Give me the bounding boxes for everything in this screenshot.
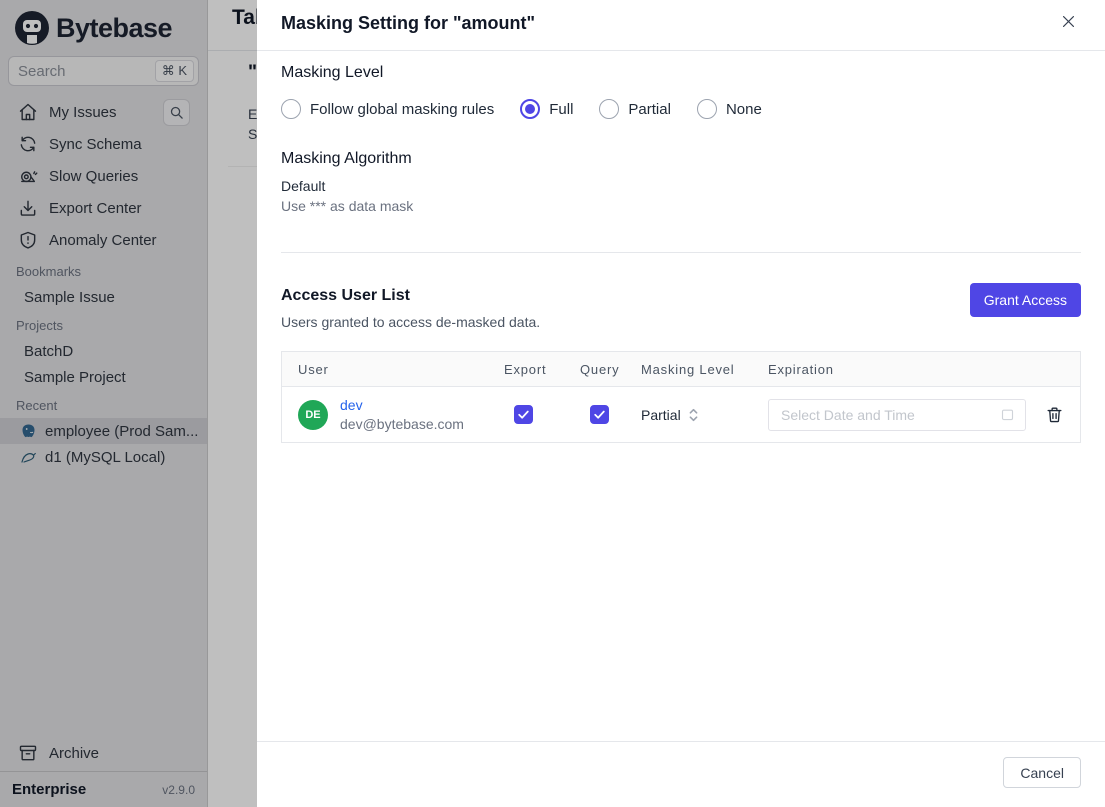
access-user-list-subtitle: Users granted to access de-masked data. xyxy=(281,314,541,330)
radio-circle[interactable] xyxy=(281,99,301,119)
column-header-export: Export xyxy=(504,361,547,377)
masking-algorithm-heading: Masking Algorithm xyxy=(281,150,412,167)
cancel-button[interactable]: Cancel xyxy=(1003,757,1081,788)
close-icon[interactable] xyxy=(1058,11,1078,31)
query-checkbox[interactable] xyxy=(590,405,609,424)
radio-partial[interactable]: Partial xyxy=(599,99,671,119)
column-header-masking-level: Masking Level xyxy=(641,361,735,377)
check-icon xyxy=(518,410,529,419)
expiration-date-input[interactable]: Select Date and Time xyxy=(768,398,1026,431)
date-placeholder: Select Date and Time xyxy=(781,406,915,423)
calendar-icon xyxy=(1000,407,1015,422)
radio-label: Full xyxy=(549,100,574,118)
user-name-link[interactable]: dev xyxy=(340,396,464,415)
radio-follow-global-rules[interactable]: Follow global masking rules xyxy=(281,99,494,119)
algorithm-description: Use *** as data mask xyxy=(281,198,414,214)
expiration-cell: Select Date and Time xyxy=(768,398,1080,431)
masking-level-select[interactable]: Partial xyxy=(641,407,768,423)
masking-level-radio-group: Follow global masking rules Full Partial… xyxy=(281,99,1081,119)
radio-circle[interactable] xyxy=(520,99,541,119)
table-row: DE dev dev@bytebase.com Partial Select D… xyxy=(282,386,1080,442)
modal-body: Masking Level Follow global masking rule… xyxy=(257,51,1105,741)
radio-label: Follow global masking rules xyxy=(310,100,495,118)
radio-circle[interactable] xyxy=(599,99,620,119)
access-user-list-header: Access User List Users granted to access… xyxy=(281,283,1081,330)
column-header-user: User xyxy=(298,361,329,377)
access-user-table: User Export Query Masking Level Expirati… xyxy=(281,351,1081,443)
radio-full[interactable]: Full xyxy=(520,99,573,119)
column-header-expiration: Expiration xyxy=(768,361,834,377)
query-cell xyxy=(580,405,641,424)
access-user-list-heading: Access User List xyxy=(281,287,410,304)
modal-header: Masking Setting for "amount" xyxy=(257,0,1105,51)
trash-icon[interactable] xyxy=(1042,403,1066,427)
radio-label: Partial xyxy=(628,100,671,118)
divider xyxy=(281,252,1081,253)
radio-none[interactable]: None xyxy=(696,99,762,119)
masking-level-heading: Masking Level xyxy=(281,64,384,81)
modal-footer: Cancel xyxy=(257,741,1105,807)
avatar: DE xyxy=(298,399,328,430)
user-email: dev@bytebase.com xyxy=(340,415,464,432)
column-header-query: Query xyxy=(580,361,620,377)
grant-access-button[interactable]: Grant Access xyxy=(969,283,1081,317)
user-cell: DE dev dev@bytebase.com xyxy=(282,396,504,434)
masking-setting-modal: Masking Setting for "amount" Masking Lev… xyxy=(257,0,1105,807)
export-cell xyxy=(504,405,580,424)
modal-title: Masking Setting for "amount" xyxy=(281,13,536,33)
masking-level-value: Partial xyxy=(641,406,681,423)
radio-label: None xyxy=(725,100,762,118)
chevron-up-down-icon xyxy=(689,408,698,421)
check-icon xyxy=(594,410,605,419)
app-root: Tab " E S Bytebase Search ⌘ K My Issues xyxy=(0,0,1105,807)
radio-circle[interactable] xyxy=(696,99,717,119)
algorithm-name: Default xyxy=(281,178,326,194)
masking-level-cell: Partial xyxy=(641,407,768,423)
export-checkbox[interactable] xyxy=(514,405,533,424)
table-header-row: User Export Query Masking Level Expirati… xyxy=(282,352,1080,386)
